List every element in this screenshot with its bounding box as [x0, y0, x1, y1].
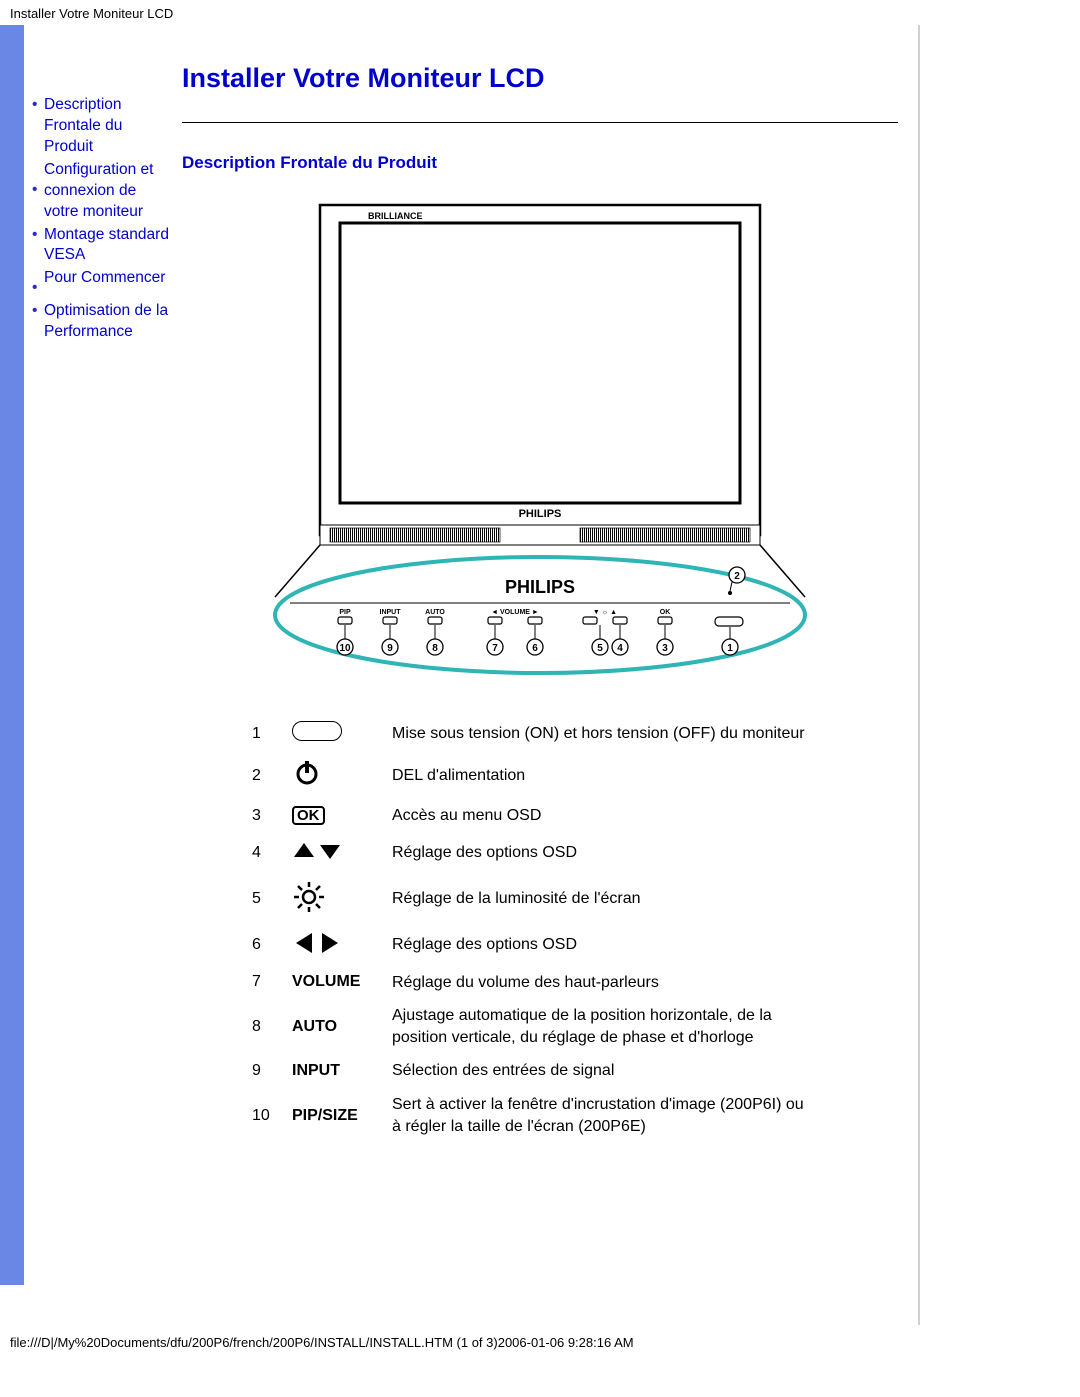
table-row: 5 Réglage de la luminosité de l'écran [242, 874, 822, 925]
table-row: 9 INPUT Sélection des entrées de signal [242, 1054, 822, 1088]
table-row: 2 DEL d'alimentation [242, 752, 822, 799]
svg-text:10: 10 [339, 643, 351, 654]
ok-icon: OK [282, 799, 382, 833]
nav-link[interactable]: Configuration et connexion de votre moni… [44, 160, 170, 223]
separator [182, 122, 898, 123]
auto-label-icon: AUTO [282, 999, 382, 1054]
row-desc: Sert à activer la fenêtre d'incrustation… [382, 1088, 822, 1143]
row-num: 4 [242, 833, 282, 874]
brand-label: PHILIPS [519, 508, 562, 520]
svg-text:◄ VOLUME ►: ◄ VOLUME ► [491, 609, 539, 616]
sidebar-nav: • Description Frontale du Produit • Conf… [24, 25, 176, 1285]
table-row: 6 Réglage des options OSD [242, 925, 822, 966]
power-button-icon [282, 715, 382, 752]
nav-item-vesa[interactable]: • Montage standard VESA [32, 225, 170, 267]
left-accent-bar [0, 25, 24, 1285]
brand-zoom: PHILIPS [505, 577, 575, 597]
bullet-icon: • [32, 301, 44, 343]
svg-text:3: 3 [662, 643, 668, 654]
row-num: 6 [242, 925, 282, 966]
svg-text:INPUT: INPUT [380, 609, 402, 616]
bullet-icon: • [32, 95, 44, 158]
row-desc: Accès au menu OSD [382, 799, 822, 833]
main-content: Installer Votre Moniteur LCD Description… [176, 25, 918, 1285]
row-num: 10 [242, 1088, 282, 1143]
svg-text:7: 7 [492, 643, 498, 654]
nav-item-config[interactable]: • Configuration et connexion de votre mo… [32, 160, 170, 223]
row-num: 1 [242, 715, 282, 752]
row-desc: Mise sous tension (ON) et hors tension (… [382, 715, 822, 752]
page-title: Installer Votre Moniteur LCD [182, 63, 898, 94]
nav-link[interactable]: Pour Commencer [44, 268, 165, 299]
monitor-figure: BRILLIANCE PHILIPS PHILIPS [270, 195, 810, 675]
row-num: 3 [242, 799, 282, 833]
brand-small: BRILLIANCE [368, 211, 423, 221]
row-desc: Sélection des entrées de signal [382, 1054, 822, 1088]
nav-item-optim[interactable]: • Optimisation de la Performance [32, 301, 170, 343]
svg-text:4: 4 [617, 643, 623, 654]
svg-text:5: 5 [597, 643, 603, 654]
row-desc: DEL d'alimentation [382, 752, 822, 799]
table-row: 3 OK Accès au menu OSD [242, 799, 822, 833]
nav-item-start[interactable]: • Pour Commencer [32, 268, 170, 299]
row-num: 7 [242, 966, 282, 1000]
power-symbol-icon [282, 752, 382, 799]
table-row: 7 VOLUME Réglage du volume des haut-parl… [242, 966, 822, 1000]
page-frame: • Description Frontale du Produit • Conf… [0, 25, 920, 1325]
svg-text:8: 8 [432, 643, 438, 654]
monitor-illustration: BRILLIANCE PHILIPS PHILIPS [270, 195, 810, 675]
svg-text:AUTO: AUTO [425, 609, 445, 616]
nav-link[interactable]: Montage standard VESA [44, 225, 170, 267]
row-desc: Réglage du volume des haut-parleurs [382, 966, 822, 1000]
nav-link[interactable]: Description Frontale du Produit [44, 95, 170, 158]
row-desc: Réglage des options OSD [382, 925, 822, 966]
nav-link[interactable]: Optimisation de la Performance [44, 301, 170, 343]
nav-item-description[interactable]: • Description Frontale du Produit [32, 95, 170, 158]
svg-text:2: 2 [734, 571, 740, 582]
controls-table: 1 Mise sous tension (ON) et hors tension… [242, 715, 822, 1143]
row-num: 5 [242, 874, 282, 925]
bullet-icon: • [32, 268, 44, 299]
svg-text:9: 9 [387, 643, 393, 654]
up-down-icon [282, 833, 382, 874]
svg-text:1: 1 [727, 643, 733, 654]
page-header: Installer Votre Moniteur LCD [0, 0, 1080, 25]
left-right-icon [282, 925, 382, 966]
svg-text:6: 6 [532, 643, 538, 654]
brightness-icon [282, 874, 382, 925]
svg-text:▼ ☼ ▲: ▼ ☼ ▲ [593, 609, 617, 616]
bullet-icon: • [32, 160, 44, 223]
table-row: 4 Réglage des options OSD [242, 833, 822, 874]
row-desc: Réglage des options OSD [382, 833, 822, 874]
input-label-icon: INPUT [282, 1054, 382, 1088]
page-footer: file:///D|/My%20Documents/dfu/200P6/fren… [0, 1325, 1080, 1360]
volume-label-icon: VOLUME [282, 966, 382, 1000]
section-heading: Description Frontale du Produit [182, 153, 898, 173]
row-num: 8 [242, 999, 282, 1054]
svg-text:OK: OK [660, 609, 671, 616]
row-desc: Réglage de la luminosité de l'écran [382, 874, 822, 925]
table-row: 1 Mise sous tension (ON) et hors tension… [242, 715, 822, 752]
row-desc: Ajustage automatique de la position hori… [382, 999, 822, 1054]
table-row: 8 AUTO Ajustage automatique de la positi… [242, 999, 822, 1054]
bullet-icon: • [32, 225, 44, 267]
pipsize-label-icon: PIP/SIZE [282, 1088, 382, 1143]
row-num: 2 [242, 752, 282, 799]
table-row: 10 PIP/SIZE Sert à activer la fenêtre d'… [242, 1088, 822, 1143]
svg-text:PIP: PIP [339, 609, 351, 616]
row-num: 9 [242, 1054, 282, 1088]
